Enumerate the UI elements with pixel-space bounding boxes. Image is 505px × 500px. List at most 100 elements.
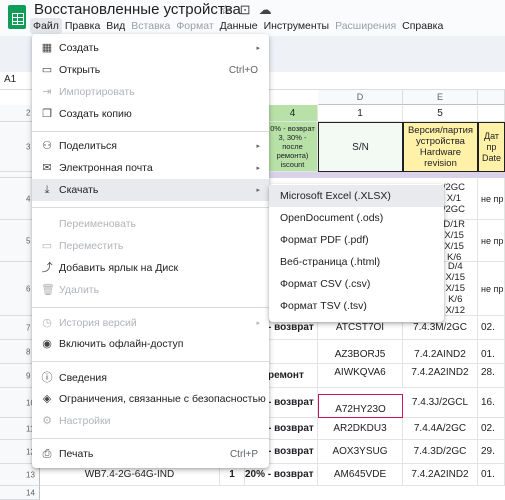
- cell-f-row6[interactable]: не при: [478, 220, 505, 262]
- cell-e-header[interactable]: Версия/партия устройства Hardware revisi…: [403, 122, 478, 172]
- menu-insert[interactable]: Вставка: [128, 18, 173, 34]
- cell-c-row10[interactable]: ремонт: [268, 364, 318, 388]
- menu-file[interactable]: Файл: [30, 18, 62, 34]
- menu-item-move[interactable]: ▭ Переместить: [32, 235, 269, 257]
- cloud-status-icon[interactable]: ☁: [259, 2, 280, 17]
- cell-f-header[interactable]: Дат пр Date: [478, 122, 505, 172]
- submenu-arrow-icon: ▸: [256, 187, 260, 194]
- cell-d-row11[interactable]: A72HY23O: [318, 394, 403, 418]
- star-icon[interactable]: ☆: [220, 2, 240, 17]
- menu-bar: Файл Правка Вид Вставка Формат Данные Ин…: [30, 18, 446, 34]
- menu-item-security-limits[interactable]: ◈ Ограничения, связанные с безопасностью: [32, 388, 269, 410]
- download-csv[interactable]: Формат CSV (.csv): [269, 273, 444, 295]
- cell-f-row11[interactable]: 16.: [478, 388, 505, 418]
- menu-item-share[interactable]: ⚇ Поделиться ▸: [32, 135, 269, 157]
- cell-f-row13[interactable]: 29.: [478, 440, 505, 464]
- move-folder-icon[interactable]: ⊡: [240, 2, 259, 17]
- cell-d-header[interactable]: S/N: [318, 122, 403, 172]
- cell-c-header[interactable]: 0% - возврат 3, 30% - после ремонта) isc…: [268, 122, 318, 172]
- menu-view[interactable]: Вид: [103, 18, 128, 34]
- cell-e-row9[interactable]: 7.4.2AIND2: [403, 340, 478, 364]
- cell-e-row14[interactable]: 7.4.2A2IND2: [403, 464, 478, 486]
- menu-item-make-copy[interactable]: ❐ Создать копию: [32, 103, 269, 125]
- cell-f-row10[interactable]: 28.: [478, 364, 505, 388]
- cell-c-row13[interactable]: - возврат: [268, 440, 318, 464]
- cell-d-row10[interactable]: AIWKQVA6: [318, 364, 403, 388]
- column-header-e[interactable]: E: [403, 90, 478, 105]
- cell-e-row10[interactable]: 7.4.2A2IND2: [403, 364, 478, 388]
- download-xlsx[interactable]: Microsoft Excel (.XLSX): [269, 185, 444, 207]
- cell-d-row14[interactable]: AM645VDE: [318, 464, 403, 486]
- cell-c-row12[interactable]: - возврат: [268, 418, 318, 440]
- download-html[interactable]: Веб-страница (.html): [269, 251, 444, 273]
- cell-d-row9[interactable]: AZ3BORJ5: [318, 340, 403, 364]
- cell-d-row13[interactable]: AOX3YSUG: [318, 440, 403, 464]
- offline-icon: ◉: [42, 338, 52, 350]
- rename-icon: [41, 218, 53, 230]
- person-add-icon: ⚇: [42, 140, 52, 152]
- cell-d-row12[interactable]: AR2DKDU3: [318, 418, 403, 440]
- download-pdf[interactable]: Формат PDF (.pdf): [269, 229, 444, 251]
- shield-icon: ◈: [42, 393, 52, 405]
- move-icon: ▭: [41, 240, 53, 252]
- submenu-arrow-icon: ▸: [256, 165, 260, 172]
- cell-f-number[interactable]: [478, 105, 505, 122]
- cell-e-row13[interactable]: 7.4.3D/2GC: [403, 440, 478, 464]
- cell-e-row11[interactable]: 7.4.3J/2GCL: [403, 388, 478, 418]
- info-icon: ⓘ: [41, 372, 53, 384]
- menu-item-offline[interactable]: ◉ Включить офлайн-доступ: [32, 333, 269, 355]
- cell-e-row12[interactable]: 7.4.4A/2GC: [403, 418, 478, 440]
- menu-item-email[interactable]: ✉ Электронная почта ▸: [32, 157, 269, 179]
- cell-e-number[interactable]: 5: [403, 105, 478, 122]
- download-icon: ⤓: [44, 184, 50, 196]
- menu-item-version-history[interactable]: ◷ История версий ▸: [32, 312, 269, 334]
- menu-item-details[interactable]: ⓘ Сведения: [32, 367, 269, 389]
- download-submenu: Microsoft Excel (.XLSX) OpenDocument (.o…: [269, 184, 444, 322]
- menu-item-create[interactable]: ▦ Создать ▸: [32, 37, 269, 59]
- cell-c-row11[interactable]: - возврат: [268, 388, 318, 418]
- column-header-d[interactable]: D: [318, 90, 403, 105]
- import-icon: ⇥: [42, 86, 52, 98]
- menu-item-add-shortcut[interactable]: ⤴ Добавить ярлык на Диск: [32, 257, 269, 279]
- cell-c-number[interactable]: 4: [268, 105, 318, 122]
- plus-grid-icon: ▦: [41, 42, 53, 54]
- submenu-arrow-icon: ▸: [256, 45, 260, 52]
- menu-item-delete[interactable]: 🗑 Удалить: [32, 279, 269, 301]
- document-title[interactable]: Восстановленные устройства: [34, 1, 241, 18]
- row-header[interactable]: 14: [0, 486, 40, 500]
- menu-item-open[interactable]: ▭ Открыть Ctrl+O: [32, 59, 269, 81]
- gear-icon: ⚙: [42, 415, 52, 427]
- cell-d-number[interactable]: 1: [318, 105, 403, 122]
- cell-f-row5[interactable]: не при: [478, 178, 505, 220]
- file-menu: ▦ Создать ▸ ▭ Открыть Ctrl+O ⇥ Импортиро…: [32, 34, 269, 468]
- printer-icon: ⎙: [42, 448, 52, 460]
- title-bar: Восстановленные устройства ☆⊡☁ Файл Прав…: [0, 0, 505, 36]
- menu-data[interactable]: Данные: [217, 18, 261, 34]
- folder-icon: ▭: [41, 64, 53, 76]
- menu-item-print[interactable]: ⎙ Печать Ctrl+P: [32, 443, 269, 465]
- menu-item-rename[interactable]: Переименовать: [32, 213, 269, 235]
- menu-item-settings[interactable]: ⚙ Настройки: [32, 410, 269, 432]
- cell-f-row12[interactable]: 02.: [478, 418, 505, 440]
- menu-divider: [32, 438, 269, 439]
- download-ods[interactable]: OpenDocument (.ods): [269, 207, 444, 229]
- cell-f-row14[interactable]: 01.: [478, 464, 505, 486]
- menu-divider: [32, 361, 269, 362]
- cell-f-row9[interactable]: 01.: [478, 340, 505, 364]
- menu-edit[interactable]: Правка: [62, 18, 103, 34]
- menu-help[interactable]: Справка: [399, 18, 446, 34]
- drive-shortcut-icon: ⤴: [41, 262, 53, 274]
- menu-item-download[interactable]: ⤓ Скачать ▸: [32, 179, 269, 201]
- download-tsv[interactable]: Формат TSV (.tsv): [269, 295, 444, 317]
- menu-format[interactable]: Формат: [173, 18, 216, 34]
- title-actions: ☆⊡☁: [220, 2, 280, 18]
- cell-f-row7[interactable]: не при: [478, 262, 505, 316]
- menu-item-import[interactable]: ⇥ Импортировать: [32, 81, 269, 103]
- menu-extensions[interactable]: Расширения: [332, 18, 399, 34]
- column-header-f[interactable]: [478, 90, 505, 105]
- cell-c-row9[interactable]: [268, 340, 318, 364]
- submenu-arrow-icon: ▸: [256, 320, 260, 327]
- menu-tools[interactable]: Инструменты: [261, 18, 332, 34]
- cell-f-row8[interactable]: 02.: [478, 316, 505, 340]
- sheets-logo-icon[interactable]: [8, 5, 26, 29]
